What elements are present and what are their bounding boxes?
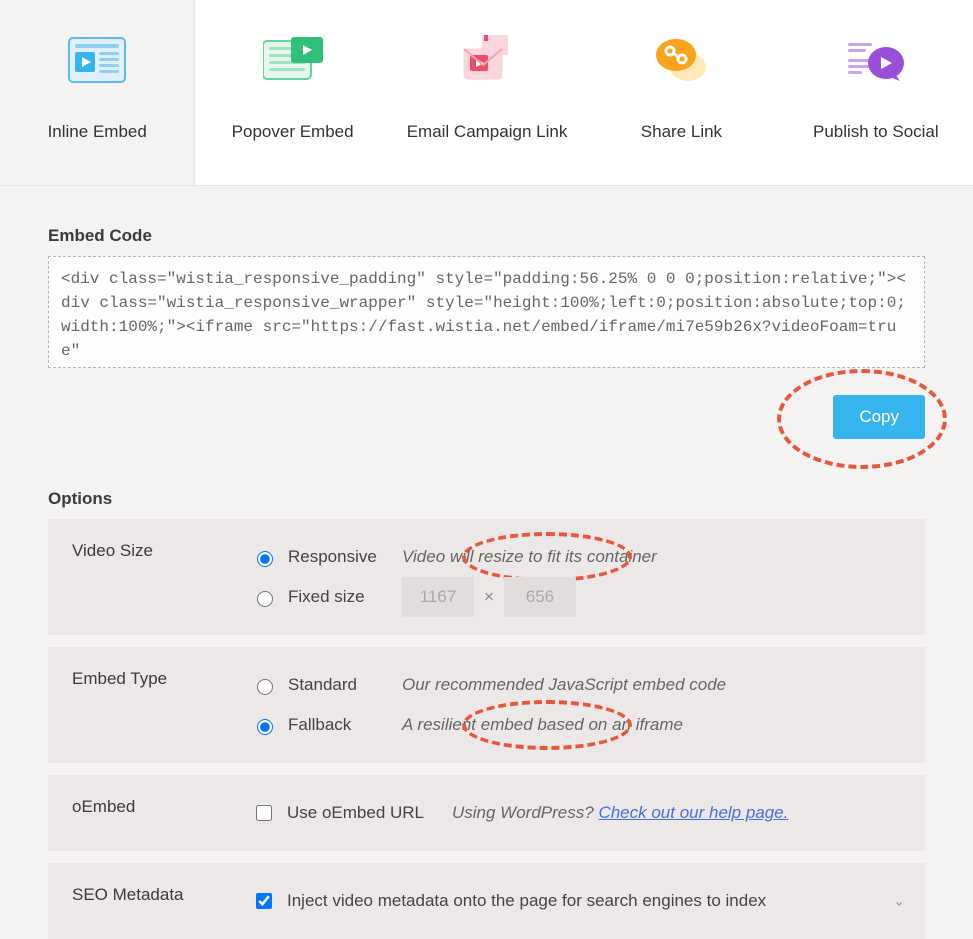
- copy-button[interactable]: Copy: [833, 395, 925, 439]
- content-area: Embed Code Copy Options Video Size Respo…: [0, 186, 973, 939]
- tab-label: Popover Embed: [232, 122, 354, 142]
- radio-fixed-input[interactable]: [257, 591, 273, 607]
- seo-label: SEO Metadata: [72, 881, 252, 905]
- radio-standard[interactable]: Standard: [252, 675, 402, 695]
- tab-popover-embed[interactable]: Popover Embed: [195, 0, 389, 185]
- tab-publish-social[interactable]: Publish to Social: [779, 0, 973, 185]
- chevron-down-icon[interactable]: ⌄: [893, 893, 905, 910]
- standard-desc: Our recommended JavaScript embed code: [402, 675, 726, 695]
- popover-embed-icon: [261, 28, 325, 92]
- tab-email-campaign[interactable]: Email Campaign Link: [390, 0, 584, 185]
- height-input[interactable]: [504, 577, 576, 617]
- option-row-oembed: oEmbed Use oEmbed URL Using WordPress? C…: [48, 775, 925, 863]
- embed-type-label: Embed Type: [72, 665, 252, 689]
- radio-fallback-input[interactable]: [257, 719, 273, 735]
- checkbox-seo-input[interactable]: [256, 893, 272, 909]
- checkbox-oembed-input[interactable]: [256, 805, 272, 821]
- checkbox-oembed[interactable]: Use oEmbed URL: [252, 802, 452, 824]
- tab-label: Email Campaign Link: [407, 122, 568, 142]
- radio-standard-input[interactable]: [257, 679, 273, 695]
- fallback-desc: A resilient embed based on an iframe: [402, 715, 683, 735]
- options-title: Options: [48, 489, 925, 509]
- embed-tabs: Inline Embed Popover Embed: [0, 0, 973, 186]
- oembed-label: oEmbed: [72, 793, 252, 817]
- checkbox-seo[interactable]: Inject video metadata onto the page for …: [252, 890, 766, 912]
- radio-fixed[interactable]: Fixed size: [252, 587, 402, 607]
- embed-code-textarea[interactable]: [48, 256, 925, 368]
- radio-responsive-input[interactable]: [257, 551, 273, 567]
- tab-share-link[interactable]: Share Link: [584, 0, 778, 185]
- option-row-seo: SEO Metadata Inject video metadata onto …: [48, 863, 925, 939]
- tab-label: Share Link: [641, 122, 722, 142]
- responsive-desc: Video will resize to fit its container: [402, 547, 657, 567]
- tab-label: Publish to Social: [813, 122, 939, 142]
- oembed-help-link[interactable]: Check out our help page.: [598, 803, 788, 822]
- dimension-separator: ×: [484, 587, 494, 607]
- radio-responsive[interactable]: Responsive: [252, 547, 402, 567]
- radio-fallback[interactable]: Fallback: [252, 715, 402, 735]
- video-size-label: Video Size: [72, 537, 252, 561]
- tab-inline-embed[interactable]: Inline Embed: [0, 0, 195, 185]
- embed-code-title: Embed Code: [48, 226, 925, 246]
- inline-embed-icon: [65, 28, 129, 92]
- email-campaign-icon: [455, 28, 519, 92]
- publish-social-icon: [844, 28, 908, 92]
- tab-label: Inline Embed: [48, 122, 147, 142]
- width-input[interactable]: [402, 577, 474, 617]
- option-row-video-size: Video Size Responsive Video will resize …: [48, 519, 925, 647]
- oembed-desc: Using WordPress? Check out our help page…: [452, 803, 788, 823]
- share-link-icon: [649, 28, 713, 92]
- option-row-embed-type: Embed Type Standard Our recommended Java…: [48, 647, 925, 775]
